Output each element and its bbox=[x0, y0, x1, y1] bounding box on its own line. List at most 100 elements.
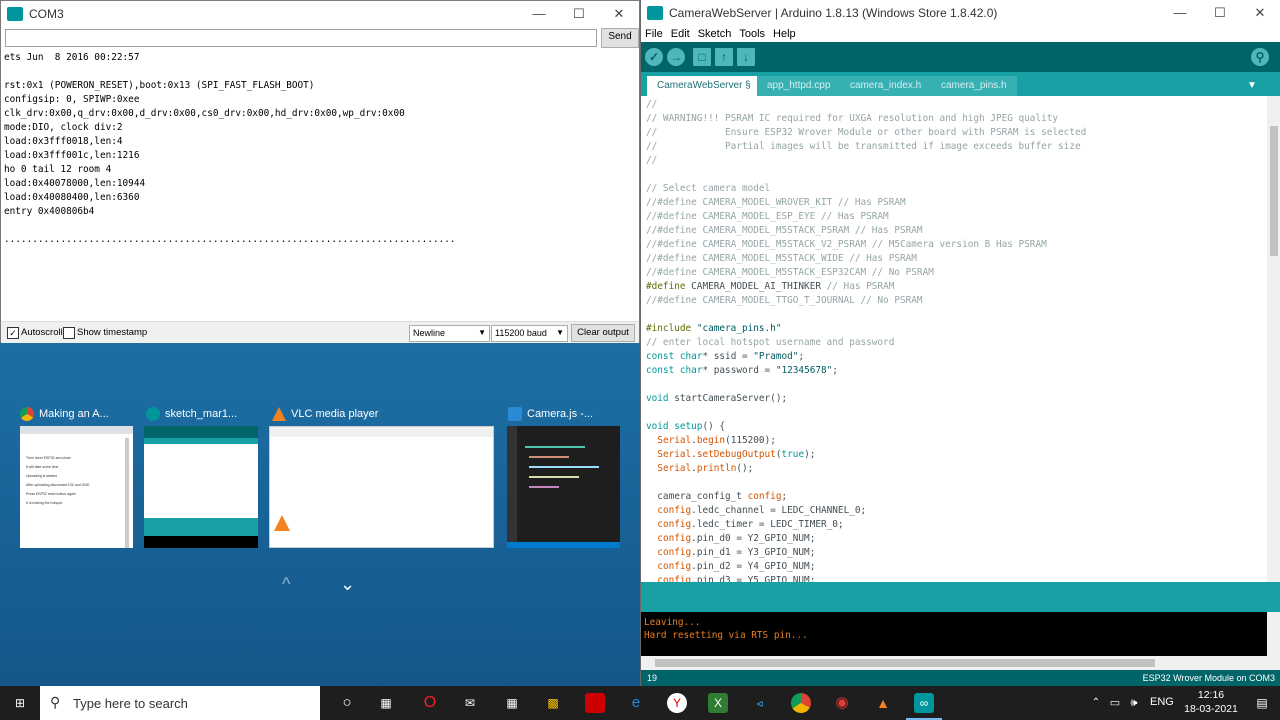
minimize-icon[interactable]: — bbox=[1160, 5, 1200, 21]
ide-status-bar: 19 ESP32 Wrover Module on COM3 bbox=[641, 670, 1280, 686]
vscode-taskbar-icon[interactable]: ⪦ bbox=[750, 693, 770, 713]
menu-file[interactable]: File bbox=[645, 28, 663, 40]
vlc-cone-icon bbox=[274, 515, 290, 531]
code-editor[interactable]: // // WARNING!!! PSRAM IC required for U… bbox=[641, 96, 1267, 582]
search-box[interactable]: ⚲ Type here to search bbox=[40, 686, 320, 720]
tab-camera-index[interactable]: camera_index.h bbox=[840, 76, 932, 96]
vlc-taskbar-icon[interactable]: ▲ bbox=[873, 693, 893, 713]
scroll-down-icon[interactable]: ⌄ bbox=[340, 574, 355, 595]
show-hidden-icons[interactable]: ⌃ bbox=[1086, 693, 1106, 713]
task-window-label: Making an A... bbox=[39, 408, 109, 420]
code-text: // // WARNING!!! PSRAM IC required for U… bbox=[646, 99, 1087, 582]
thumbnail-line: Uploading is started bbox=[26, 474, 57, 478]
app-red-icon[interactable] bbox=[585, 693, 605, 713]
language-indicator[interactable]: ENG bbox=[1150, 696, 1174, 708]
mail-icon[interactable]: ✉ bbox=[460, 693, 480, 713]
task-window-title[interactable]: Making an A... bbox=[20, 406, 109, 422]
serial-titlebar: COM3 — ☐ ✕ bbox=[1, 1, 639, 27]
console-scrollbar[interactable] bbox=[1267, 612, 1280, 656]
serial-monitor-icon[interactable]: ⚲ bbox=[1251, 48, 1269, 66]
cortana-icon[interactable]: ○ bbox=[337, 693, 357, 713]
task-window-title[interactable]: sketch_mar1... bbox=[146, 406, 237, 422]
console-line: Leaving... bbox=[644, 617, 701, 628]
scrollbar-thumb[interactable] bbox=[1270, 126, 1278, 256]
arduino-icon bbox=[647, 6, 663, 20]
upload-icon[interactable]: → bbox=[667, 48, 685, 66]
menu-help[interactable]: Help bbox=[773, 28, 796, 40]
hscroll-thumb[interactable] bbox=[655, 659, 1155, 667]
chrome-taskbar-icon[interactable] bbox=[791, 693, 811, 713]
timestamp-checkbox[interactable] bbox=[63, 327, 75, 339]
close-icon[interactable]: ✕ bbox=[599, 6, 639, 22]
maximize-icon[interactable]: ☐ bbox=[1200, 5, 1240, 21]
menu-sketch[interactable]: Sketch bbox=[698, 28, 732, 40]
edge-icon[interactable]: e bbox=[626, 693, 646, 713]
file-explorer-icon[interactable]: ▩ bbox=[543, 693, 563, 713]
serial-output-line: rst:0x1 (POWERON_RESET),boot:0x13 (SPI_F… bbox=[4, 80, 315, 91]
send-button[interactable]: Send bbox=[601, 28, 639, 48]
send-input[interactable] bbox=[5, 29, 597, 47]
vlc-thumbnail[interactable] bbox=[269, 426, 494, 548]
autoscroll-checkbox[interactable]: ✓ bbox=[7, 327, 19, 339]
window-title: COM3 bbox=[29, 7, 64, 21]
save-icon[interactable]: ↓ bbox=[737, 48, 755, 66]
chevron-down-icon: ▼ bbox=[556, 328, 564, 337]
tab-camera-pins[interactable]: camera_pins.h bbox=[931, 76, 1017, 96]
line-ending-select[interactable]: Newline ▼ bbox=[409, 325, 490, 342]
store-icon[interactable]: ▦ bbox=[502, 693, 522, 713]
notifications-icon[interactable]: ▤ bbox=[1252, 693, 1272, 713]
yandex-icon[interactable]: Y bbox=[667, 693, 687, 713]
network-icon[interactable]: ▭ bbox=[1105, 693, 1125, 713]
menu-bar: File Edit Sketch Tools Help bbox=[641, 26, 1280, 42]
volume-icon[interactable]: 🕪 bbox=[1124, 693, 1144, 713]
thumbnail-line: Then reset ESP32 and close bbox=[26, 456, 71, 460]
task-window-title[interactable]: VLC media player bbox=[272, 406, 378, 422]
task-window-label: sketch_mar1... bbox=[165, 408, 238, 420]
menu-edit[interactable]: Edit bbox=[671, 28, 690, 40]
tab-menu-icon[interactable]: ▼ bbox=[1247, 76, 1257, 96]
clear-output-button[interactable]: Clear output bbox=[571, 324, 635, 342]
arduino-thumbnail[interactable] bbox=[144, 426, 258, 548]
ide-window-title: CameraWebServer | Arduino 1.8.13 (Window… bbox=[669, 6, 998, 20]
baud-select[interactable]: 115200 baud ▼ bbox=[491, 325, 568, 342]
task-window-title[interactable]: Camera.js -... bbox=[508, 406, 593, 422]
menu-tools[interactable]: Tools bbox=[739, 28, 765, 40]
serial-output-line bbox=[4, 65, 642, 79]
tab-app-httpd[interactable]: app_httpd.cpp bbox=[757, 76, 841, 96]
task-view-icon[interactable]: ▦ bbox=[376, 693, 396, 713]
line-number: 19 bbox=[647, 673, 658, 683]
search-icon: ⚲ bbox=[50, 694, 61, 710]
chevron-down-icon: ▼ bbox=[478, 328, 486, 337]
maximize-icon[interactable]: ☐ bbox=[559, 6, 599, 22]
thumbnail-line: Press ESP32 reset button again bbox=[26, 492, 76, 496]
baud-value: 115200 baud bbox=[495, 328, 547, 338]
new-icon[interactable]: □ bbox=[693, 48, 711, 66]
clock[interactable]: 12:16 18-03-2021 bbox=[1180, 688, 1242, 716]
vscode-thumbnail[interactable] bbox=[507, 426, 620, 548]
open-icon[interactable]: ↑ bbox=[715, 48, 733, 66]
serial-output-line: ho 0 tail 12 room 4 bbox=[4, 164, 112, 175]
editor-scrollbar[interactable] bbox=[1267, 96, 1280, 582]
excel-icon[interactable]: X bbox=[708, 693, 728, 713]
thumbnail-line: It will take some time bbox=[26, 465, 59, 469]
verify-icon[interactable]: ✓ bbox=[645, 48, 663, 66]
close-icon[interactable]: ✕ bbox=[1240, 5, 1280, 21]
horizontal-scrollbar[interactable] bbox=[641, 656, 1280, 670]
serial-output-line: load:0x40080400,len:6360 bbox=[4, 192, 140, 203]
opera-icon[interactable]: O bbox=[420, 693, 440, 713]
serial-output-line: clk_drv:0x00,q_drv:0x00,d_drv:0x00,cs0_d… bbox=[4, 108, 405, 119]
thumbnail-text: Then reset ESP32 and close It will take s… bbox=[26, 454, 89, 508]
chrome-thumbnail[interactable]: Then reset ESP32 and close It will take s… bbox=[20, 426, 133, 548]
clock-date: 18-03-2021 bbox=[1184, 703, 1238, 715]
tab-bar: CameraWebServer § app_httpd.cpp camera_i… bbox=[641, 72, 1280, 96]
vscode-icon bbox=[508, 407, 522, 421]
minimize-icon[interactable]: — bbox=[519, 6, 559, 22]
tab-camerawebserver[interactable]: CameraWebServer § bbox=[647, 76, 761, 96]
serial-output-line bbox=[4, 219, 642, 233]
screen-recorder-icon[interactable]: ◉ bbox=[832, 693, 852, 713]
arduino-taskbar-icon[interactable]: ∞ bbox=[914, 693, 934, 713]
serial-output-line: ........................................… bbox=[4, 234, 456, 245]
scroll-up-icon[interactable]: ^ bbox=[282, 574, 290, 595]
search-placeholder: Type here to search bbox=[73, 696, 188, 711]
windows-start-icon[interactable]: ⊞ bbox=[10, 693, 30, 713]
